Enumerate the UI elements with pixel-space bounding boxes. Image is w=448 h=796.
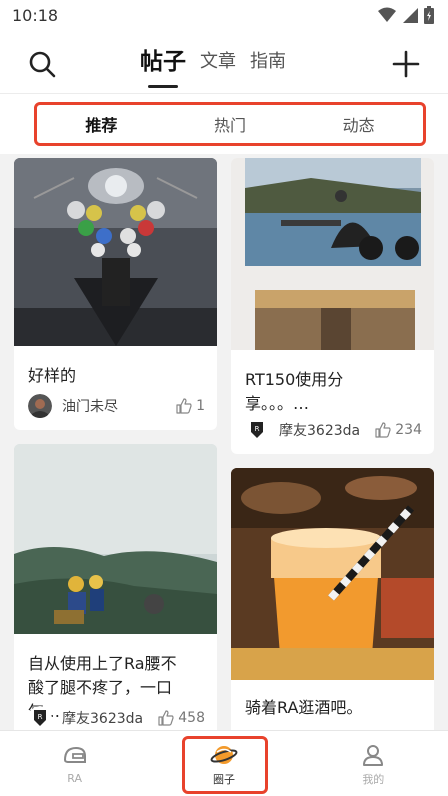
post-author[interactable]: 油门未尽	[62, 396, 176, 416]
sub-tab-activity[interactable]: 动态	[294, 112, 423, 136]
search-icon[interactable]	[26, 48, 58, 80]
nav-label: 圈子	[212, 772, 235, 786]
status-icons	[378, 6, 434, 24]
like-button[interactable]: 234	[375, 422, 422, 438]
post-card[interactable]: 骑着RA逛酒吧。	[231, 468, 434, 730]
nav-label: 我的	[362, 772, 385, 786]
like-button[interactable]: 1	[176, 398, 205, 414]
post-title: RT150使用分享。。。…	[245, 370, 344, 413]
add-post-icon[interactable]	[390, 48, 422, 80]
like-count: 234	[395, 422, 422, 438]
tab-posts[interactable]: 帖子	[140, 46, 186, 88]
post-author[interactable]: 摩友3623da	[62, 708, 158, 728]
sub-tab-recommended[interactable]: 推荐	[37, 112, 166, 136]
nav-ra[interactable]: RA	[0, 731, 149, 796]
status-time: 10:18	[12, 6, 59, 25]
post-author[interactable]: 摩友3623da	[279, 420, 375, 440]
post-card[interactable]: RT150使用分享。。。… R 摩友3623da 234	[231, 158, 434, 454]
tab-guides[interactable]: 指南	[250, 46, 286, 78]
post-image	[14, 158, 217, 346]
thumbs-up-icon	[176, 398, 192, 414]
svg-text:R: R	[255, 425, 260, 433]
user-avatar-icon[interactable]: R	[245, 418, 269, 442]
post-image	[231, 468, 434, 680]
user-avatar-icon[interactable]	[28, 394, 52, 418]
post-card[interactable]: 好样的 油门未尽 1	[14, 158, 217, 430]
nav-label: RA	[67, 772, 83, 785]
battery-icon	[424, 6, 434, 24]
planet-icon	[210, 745, 238, 764]
signal-icon	[403, 8, 418, 23]
user-icon	[363, 744, 384, 766]
post-feed: 好样的 油门未尽 1 RT150使用分享。。。… R 摩友3623da 234 …	[0, 158, 448, 730]
svg-text:R: R	[38, 713, 43, 721]
post-image	[14, 444, 217, 634]
bottom-nav: RA 圈子 我的	[0, 730, 448, 796]
like-button[interactable]: 458	[158, 710, 205, 726]
sub-tabs-bar: 推荐 热门 动态	[0, 94, 448, 154]
sub-tabs: 推荐 热门 动态	[34, 102, 426, 146]
thumbs-up-icon	[375, 422, 391, 438]
top-bar: 帖子 文章 指南	[0, 32, 448, 94]
post-meta: 油门未尽 1	[28, 394, 205, 418]
post-image	[231, 158, 434, 350]
post-meta: R 摩友3623da 458	[28, 706, 205, 730]
user-avatar-icon[interactable]: R	[28, 706, 52, 730]
sub-tab-hot[interactable]: 热门	[166, 112, 295, 136]
post-meta: R 摩友3623da 234	[245, 418, 422, 442]
thumbs-up-icon	[158, 710, 174, 726]
status-bar: 10:18	[0, 0, 448, 32]
like-count: 1	[196, 398, 205, 414]
nav-profile[interactable]: 我的	[299, 731, 448, 796]
helmet-icon	[63, 746, 86, 763]
nav-circle[interactable]: 圈子	[149, 731, 298, 796]
post-title: 骑着RA逛酒吧。	[245, 698, 363, 717]
like-count: 458	[178, 710, 205, 726]
post-title: 好样的	[28, 366, 77, 385]
post-card[interactable]: 自从使用上了Ra腰不酸了腿不疼了，一口气… R 摩友3623da 458	[14, 444, 217, 730]
main-tabs: 帖子 文章 指南	[140, 46, 286, 88]
tab-articles[interactable]: 文章	[200, 46, 236, 78]
wifi-icon	[378, 7, 396, 22]
